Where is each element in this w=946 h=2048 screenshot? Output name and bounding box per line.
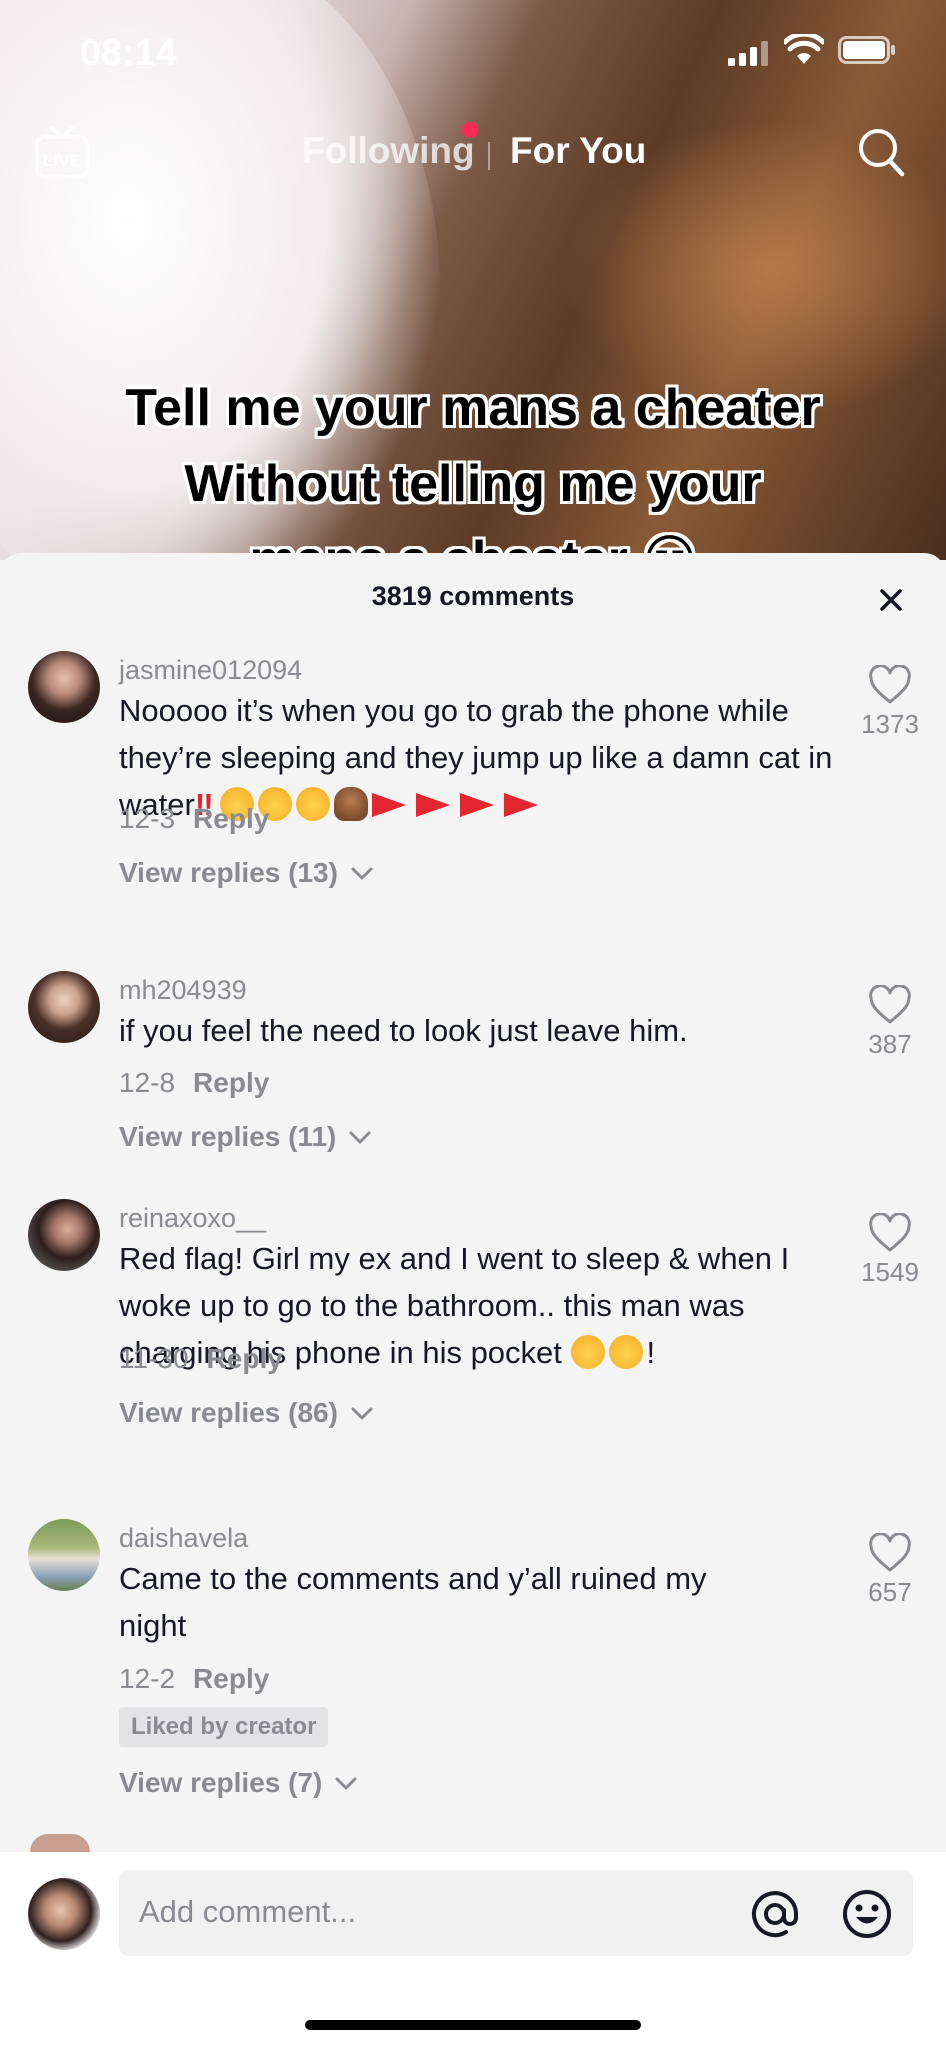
view-replies-button[interactable]: View replies (7) — [119, 1767, 358, 1799]
my-avatar — [28, 1878, 100, 1950]
like-count: 657 — [868, 1577, 912, 1607]
caption-line: Tell me your mans a cheater — [125, 379, 821, 437]
chevron-down-icon — [351, 1407, 373, 1420]
comment-meta: 12-8 Reply — [119, 1067, 269, 1099]
comment-item: mh204939 if you feel the need to look ju… — [0, 963, 946, 1152]
search-icon[interactable] — [856, 126, 906, 178]
view-replies-button[interactable]: View replies (11) — [119, 1121, 372, 1153]
red-flag-icon — [459, 793, 494, 817]
reply-button[interactable]: Reply — [193, 1663, 269, 1694]
comment-username[interactable]: reinaxoxo__ — [119, 1203, 266, 1234]
reply-button[interactable]: Reply — [193, 1067, 269, 1098]
comment-item: daishavela Came to the comments and y’al… — [0, 1511, 946, 1798]
liked-by-creator-badge: Liked by creator — [119, 1707, 329, 1747]
tears-of-joy-icon — [295, 787, 330, 821]
heart-icon[interactable] — [868, 665, 912, 705]
comment-text: if you feel the need to look just leave … — [119, 1013, 688, 1048]
tab-separator — [488, 142, 490, 170]
comment-date: 11-30 — [119, 1343, 189, 1374]
avatar[interactable] — [28, 651, 100, 723]
view-replies-label: View replies (86) — [119, 1397, 338, 1428]
heart-icon[interactable] — [868, 1533, 912, 1573]
comment-username[interactable]: jasmine012094 — [119, 655, 302, 686]
comment-text-end: ! — [646, 1335, 656, 1370]
tab-for-you[interactable]: For You — [510, 130, 646, 172]
comment-meta: 12-3 Reply — [119, 803, 269, 835]
close-icon[interactable] — [874, 583, 908, 617]
like-count: 1549 — [861, 1257, 919, 1287]
view-replies-button[interactable]: View replies (86) — [119, 1397, 374, 1429]
facepalm-person-icon — [333, 787, 368, 821]
top-nav: LIVE Following For You — [0, 118, 946, 186]
comment-composer: Add comment... — [0, 1852, 946, 2048]
red-flag-icon — [503, 793, 538, 817]
notification-dot — [462, 122, 478, 138]
cellular-signal-icon — [728, 41, 768, 66]
comment-meta: 11-30 Reply — [119, 1343, 283, 1375]
like-count: 387 — [868, 1029, 912, 1059]
avatar[interactable] — [28, 1519, 100, 1591]
comments-count-title: 3819 comments — [371, 581, 575, 611]
comment-date: 12-3 — [119, 803, 176, 834]
mention-at-icon[interactable] — [749, 1888, 801, 1940]
status-bar: 08:14 — [0, 0, 946, 100]
comment-date: 12-2 — [119, 1663, 176, 1694]
heart-icon[interactable] — [868, 985, 912, 1025]
caption-line: Without telling me your — [184, 455, 762, 513]
add-comment-input[interactable]: Add comment... — [119, 1870, 913, 1956]
view-replies-label: View replies (11) — [119, 1121, 337, 1152]
comment-item: reinaxoxo__ Red flag! Girl my ex and I w… — [0, 1191, 946, 1431]
comment-text: Came to the comments and y’all ruined my… — [119, 1561, 707, 1643]
chevron-down-icon — [351, 867, 373, 880]
comments-sheet: 3819 comments jasmine012094 Nooooo it’s … — [0, 553, 946, 2048]
comment-meta: 12-2 Reply — [119, 1663, 269, 1695]
live-icon[interactable]: LIVE — [34, 124, 90, 182]
chevron-down-icon — [335, 1777, 357, 1790]
reply-button[interactable]: Reply — [207, 1343, 283, 1374]
view-replies-label: View replies (13) — [119, 857, 338, 888]
like-count: 1373 — [861, 709, 919, 739]
tears-of-joy-icon — [608, 1335, 643, 1369]
view-replies-label: View replies (7) — [119, 1767, 323, 1798]
comment-item: jasmine012094 Nooooo it’s when you go to… — [0, 643, 946, 888]
chevron-down-icon — [349, 1131, 371, 1144]
avatar[interactable] — [28, 971, 100, 1043]
status-time: 08:14 — [80, 32, 178, 73]
wifi-icon — [784, 34, 824, 64]
comment-username[interactable]: mh204939 — [119, 975, 247, 1006]
tab-following[interactable]: Following — [302, 130, 475, 172]
avatar[interactable] — [28, 1199, 100, 1271]
red-flag-icon — [415, 793, 450, 817]
red-flag-icon — [371, 793, 406, 817]
comment-date: 12-8 — [119, 1067, 176, 1098]
view-replies-button[interactable]: View replies (13) — [119, 857, 374, 889]
next-comment-avatar-peek — [30, 1834, 90, 1852]
add-comment-placeholder: Add comment... — [139, 1894, 357, 1929]
battery-icon — [838, 36, 895, 64]
tears-of-joy-icon — [570, 1335, 605, 1369]
live-label: LIVE — [43, 151, 81, 170]
emoji-icon[interactable] — [841, 1888, 893, 1940]
comment-username[interactable]: daishavela — [119, 1523, 248, 1554]
heart-icon[interactable] — [868, 1213, 912, 1253]
reply-button[interactable]: Reply — [193, 803, 269, 834]
home-indicator — [305, 2020, 641, 2030]
